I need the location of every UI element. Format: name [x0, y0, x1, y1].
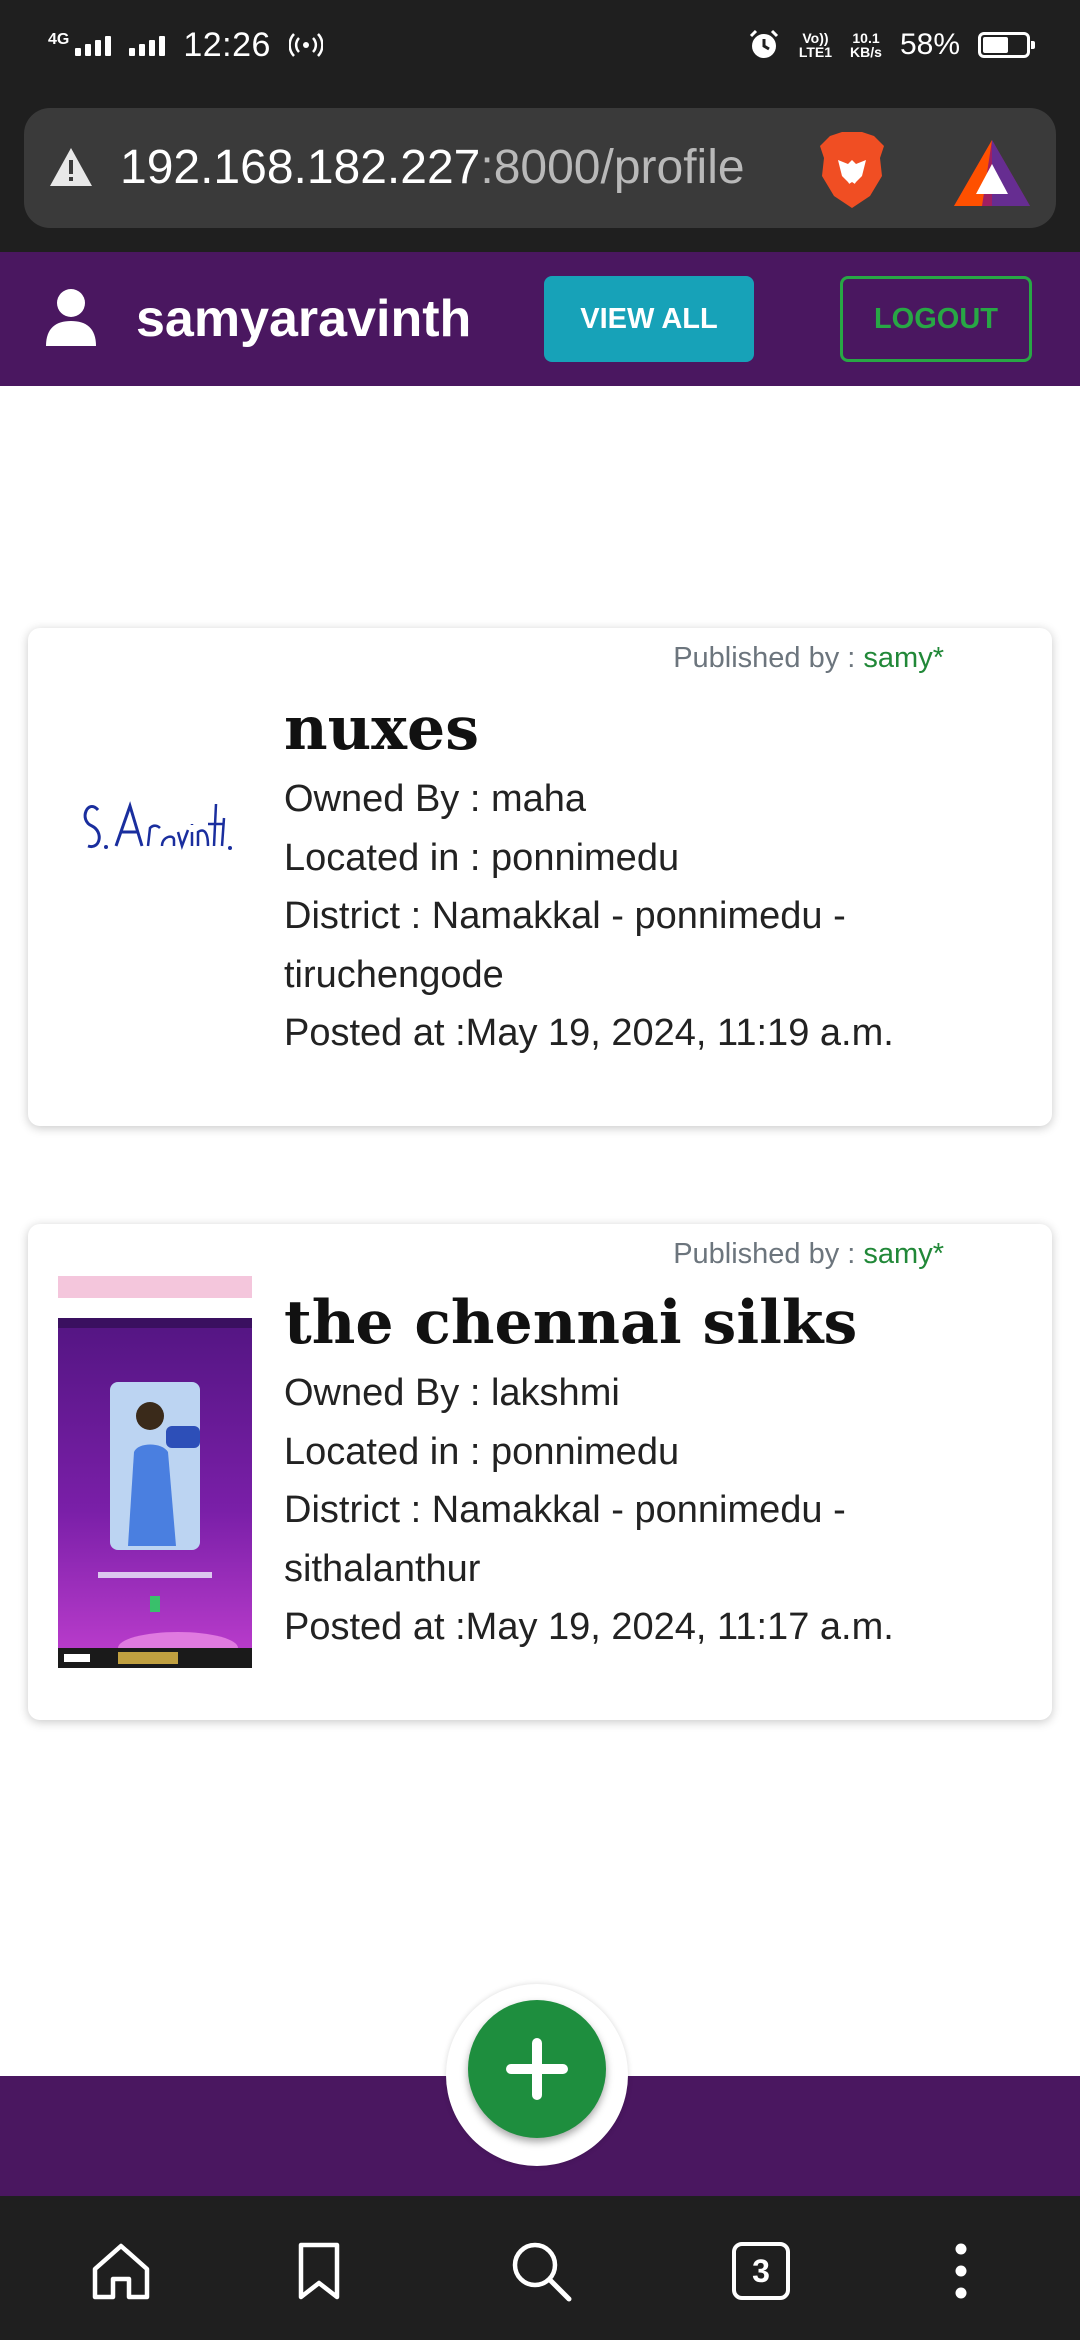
- listing-title[interactable]: nuxes: [284, 688, 1028, 770]
- district-row: District : Namakkal - ponnimedu - sithal…: [284, 1489, 846, 1590]
- listing-title[interactable]: the chennai silks: [284, 1282, 1028, 1364]
- add-listing-button[interactable]: [468, 2000, 606, 2138]
- volte-indicator: Vo)) LTE1: [798, 30, 833, 60]
- listing-card[interactable]: Published by : samy* nuxes Owned By : ma…: [28, 628, 1052, 1126]
- more-icon: [955, 2243, 967, 2299]
- url-path: :8000/profile: [480, 141, 745, 194]
- battery-icon: [978, 32, 1035, 58]
- status-bar: 4G 12:26 Vo)) LTE1 10.1 KB/s 58%: [0, 0, 1080, 90]
- clock: 12:26: [183, 25, 271, 64]
- browser-toolbar: 192.168.182.227:8000/profile: [0, 90, 1080, 252]
- username[interactable]: samyaravinth: [136, 252, 471, 386]
- published-by: Published by : samy*: [673, 1238, 944, 1270]
- search-button[interactable]: [506, 2236, 576, 2306]
- location-value: ponnimedu: [491, 836, 680, 879]
- posted-row: Posted at :May 19, 2024, 11:17 a.m.: [284, 1606, 894, 1648]
- battery-percent: 58%: [899, 28, 960, 61]
- user-icon[interactable]: [44, 288, 98, 348]
- page: 4G 12:26 Vo)) LTE1 10.1 KB/s 58% 192.168…: [0, 0, 1080, 2340]
- owner-value: maha: [490, 778, 587, 820]
- signature-image[interactable]: [58, 728, 258, 928]
- publisher-name[interactable]: samy*: [863, 642, 944, 674]
- app-header: samyaravinth VIEW ALL LOGOUT: [0, 252, 1080, 386]
- home-button[interactable]: [86, 2236, 156, 2306]
- url-host: 192.168.182.227: [120, 141, 481, 194]
- posted-value: May 19, 2024, 11:17 a.m.: [465, 1606, 894, 1648]
- owner-value: lakshmi: [490, 1372, 620, 1414]
- district-row: District : Namakkal - ponnimedu - tiruch…: [284, 895, 846, 996]
- tabs-button[interactable]: 3: [726, 2236, 796, 2306]
- home-icon: [92, 2243, 150, 2300]
- brave-lion-icon[interactable]: [816, 130, 888, 210]
- alarm-icon: [749, 29, 778, 58]
- plus-icon: [506, 2038, 568, 2100]
- bookmark-icon: [298, 2242, 340, 2300]
- browser-bottom-nav: 3: [0, 2196, 1080, 2340]
- view-all-button[interactable]: VIEW ALL: [544, 276, 754, 362]
- more-menu-button[interactable]: [926, 2236, 996, 2306]
- warning-icon[interactable]: [48, 146, 94, 188]
- owner-row: Owned By : lakshmi: [284, 1372, 620, 1414]
- owner-row: Owned By : maha: [284, 778, 587, 820]
- posted-row: Posted at :May 19, 2024, 11:19 a.m.: [284, 1012, 894, 1054]
- tabs-icon: 3: [732, 2242, 790, 2300]
- listing-card[interactable]: Published by : samy* the chennai silks O…: [28, 1224, 1052, 1720]
- search-icon: [512, 2242, 572, 2302]
- location-row: Located in : ponnimedu: [284, 1430, 680, 1473]
- url-text[interactable]: 192.168.182.227:8000/profile: [120, 108, 745, 228]
- network-type: 4G: [48, 31, 70, 48]
- posted-value: May 19, 2024, 11:19 a.m.: [465, 1012, 894, 1054]
- bookmark-button[interactable]: [284, 2236, 354, 2306]
- screenshot-thumbnail[interactable]: [58, 1276, 252, 1668]
- bat-rewards-icon[interactable]: [952, 138, 1032, 208]
- location-value: ponnimedu: [491, 1430, 680, 1473]
- hotspot-icon: [288, 33, 323, 57]
- listing-details: nuxes Owned By : maha Located in : ponni…: [284, 688, 1028, 1063]
- logout-button[interactable]: LOGOUT: [840, 276, 1032, 362]
- address-bar[interactable]: 192.168.182.227:8000/profile: [24, 108, 1056, 228]
- network-speed: 10.1 KB/s: [850, 30, 882, 60]
- signal-icon-2: [129, 34, 166, 56]
- location-row: Located in : ponnimedu: [284, 836, 680, 879]
- publisher-name[interactable]: samy*: [863, 1238, 944, 1270]
- signal-icon: [75, 34, 112, 56]
- listing-details: the chennai silks Owned By : lakshmi Loc…: [284, 1282, 1028, 1657]
- published-by: Published by : samy*: [673, 642, 944, 674]
